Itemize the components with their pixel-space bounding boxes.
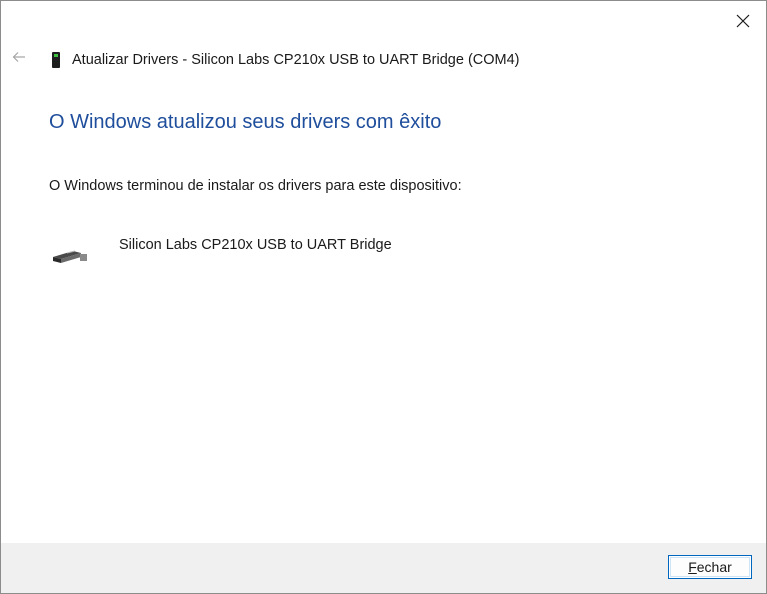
close-button-label: echar [696, 559, 732, 575]
dialog-footer: Fechar [1, 543, 766, 593]
install-description: O Windows terminou de instalar os driver… [49, 178, 462, 194]
close-button-accelerator: F [688, 559, 697, 575]
serial-connector-icon [51, 245, 89, 269]
back-button[interactable] [9, 47, 29, 67]
dialog-title-row: Atualizar Drivers - Silicon Labs CP210x … [49, 49, 520, 71]
back-arrow-icon [12, 52, 25, 62]
device-name: Silicon Labs CP210x USB to UART Bridge [119, 237, 392, 253]
close-icon [736, 14, 750, 28]
update-drivers-dialog: Atualizar Drivers - Silicon Labs CP210x … [0, 0, 767, 594]
close-window-button[interactable] [728, 6, 758, 36]
dialog-title: Atualizar Drivers - Silicon Labs CP210x … [72, 52, 520, 68]
usb-device-icon [49, 50, 63, 70]
close-button[interactable]: Fechar [668, 555, 752, 579]
success-heading: O Windows atualizou seus drivers com êxi… [49, 111, 442, 133]
